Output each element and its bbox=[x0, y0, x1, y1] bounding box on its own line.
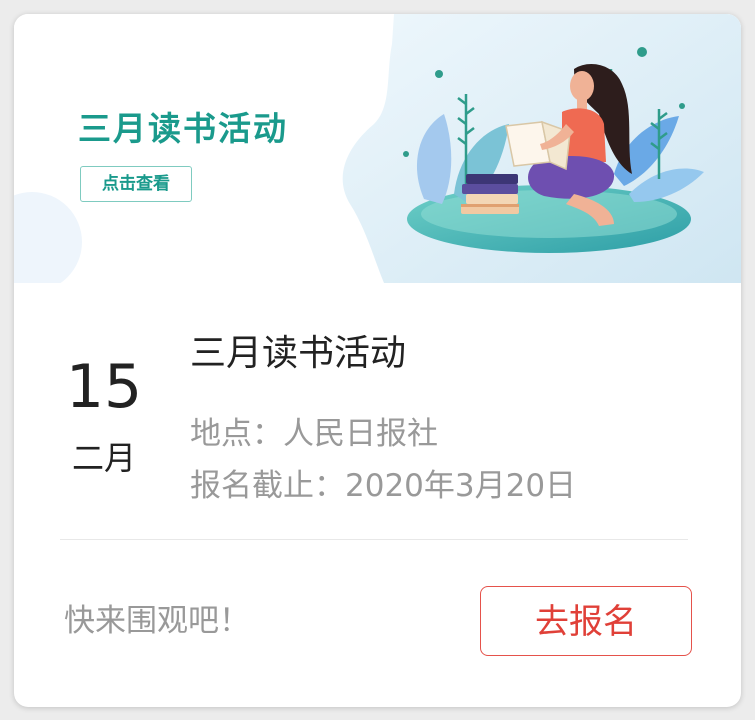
signup-button[interactable]: 去报名 bbox=[480, 586, 692, 656]
event-card: 三月读书活动 点击查看 15 二月 三月读书活动 地点：人民日报社 报名截止：2… bbox=[14, 14, 741, 707]
banner-title: 三月读书活动 bbox=[78, 109, 288, 148]
divider bbox=[60, 539, 688, 540]
promo-text: 快来围观吧！ bbox=[64, 603, 250, 639]
event-deadline: 报名截止：2020年3月20日 bbox=[190, 468, 577, 504]
view-details-button[interactable]: 点击查看 bbox=[80, 166, 192, 202]
event-banner[interactable]: 三月读书活动 点击查看 bbox=[14, 14, 741, 283]
decor-circle bbox=[14, 192, 82, 283]
event-location: 地点：人民日报社 bbox=[190, 416, 438, 452]
event-day: 15 bbox=[65, 352, 143, 422]
book-stack-icon bbox=[461, 174, 519, 214]
event-title[interactable]: 三月读书活动 bbox=[190, 332, 406, 376]
event-month: 二月 bbox=[71, 439, 136, 477]
